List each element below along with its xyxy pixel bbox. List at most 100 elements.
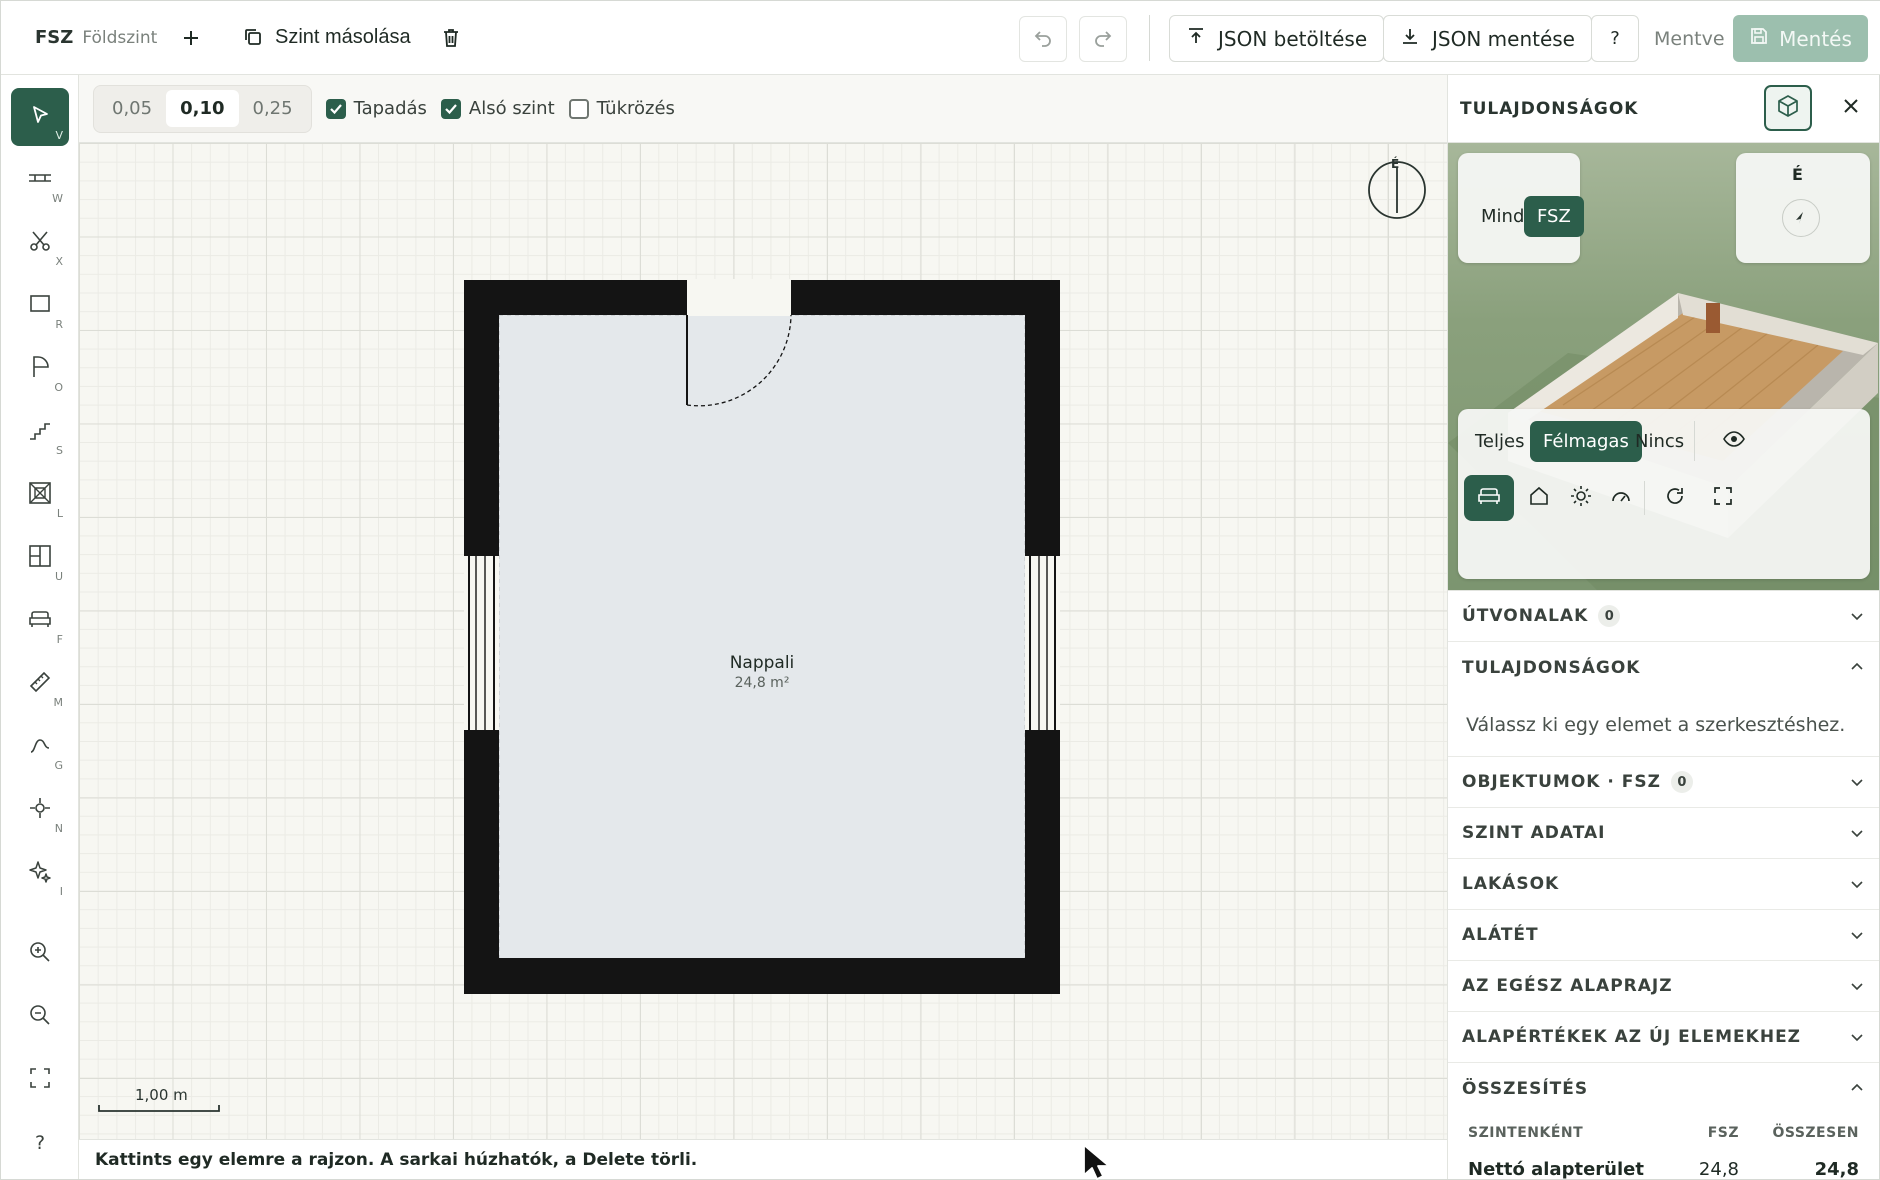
tool-stairs[interactable]: S — [11, 403, 69, 461]
reset-view-button[interactable] — [1650, 475, 1700, 521]
checkbox-checked-icon[interactable] — [440, 98, 461, 119]
section-title: AZ EGÉSZ ALAPRAJZ — [1462, 976, 1673, 996]
grid-step-option-selected[interactable]: 0,10 — [166, 90, 239, 127]
copy-level-button[interactable]: Szint másolása — [241, 25, 411, 49]
section-summary[interactable]: ÖSSZESÍTÉS — [1448, 1063, 1879, 1114]
count-badge: 0 — [1670, 771, 1693, 793]
close-panel-button[interactable] — [1836, 93, 1866, 123]
delete-level-button[interactable] — [439, 26, 463, 50]
checkbox-unchecked-icon[interactable] — [568, 98, 589, 119]
compass-needle-icon[interactable] — [1782, 199, 1820, 237]
tool-wall[interactable]: W — [11, 151, 69, 209]
load-json-label: JSON betöltése — [1218, 26, 1368, 51]
copy-icon — [241, 25, 265, 49]
level-indicator[interactable]: FSZ Földszint — [35, 27, 157, 48]
undo-button[interactable] — [1019, 16, 1067, 62]
tool-select[interactable]: V — [11, 88, 69, 146]
mirror-toggle[interactable]: Tükrözés — [568, 98, 675, 119]
summary-header: SZINTENKÉNT FSZ ÖSSZESEN — [1448, 1114, 1879, 1152]
speed-button[interactable] — [1596, 475, 1646, 521]
chevron-down-icon — [1849, 927, 1865, 947]
add-level-button[interactable] — [179, 26, 203, 50]
refresh-icon — [1664, 485, 1686, 511]
tool-ai[interactable]: I — [11, 844, 69, 902]
tool-furniture[interactable]: F — [11, 592, 69, 650]
section-routes[interactable]: ÚTVONALAK 0 — [1448, 591, 1879, 642]
save-button[interactable]: Mentés — [1733, 15, 1868, 62]
floppy-icon — [1749, 26, 1769, 51]
help-shortcuts-button[interactable]: ? — [11, 1114, 69, 1172]
gauge-icon — [1610, 486, 1632, 510]
grid-step-option[interactable]: 0,05 — [98, 90, 166, 127]
undo-icon — [1032, 26, 1054, 52]
3d-preview[interactable]: Mind FSZ É Teljes Félmagas Nincs — [1448, 143, 1879, 591]
section-objects[interactable]: OBJEKTUMOK · FSZ 0 — [1448, 757, 1879, 808]
tool-window[interactable]: L — [11, 466, 69, 524]
layout-icon — [28, 544, 52, 572]
tool-cut[interactable]: X — [11, 214, 69, 272]
save-json-button[interactable]: JSON mentése — [1383, 15, 1592, 62]
summary-col-total: ÖSSZESEN — [1772, 1125, 1859, 1141]
help-button[interactable]: ? — [1591, 15, 1639, 62]
tool-node[interactable]: N — [11, 781, 69, 839]
section-underlay[interactable]: ALÁTÉT — [1448, 910, 1879, 961]
visibility-toggle[interactable] — [1712, 421, 1756, 461]
fullscreen-button[interactable] — [1698, 475, 1748, 521]
rectangle-icon — [29, 293, 51, 319]
3d-view-toggle[interactable] — [1764, 85, 1812, 131]
door-opening[interactable] — [687, 279, 791, 316]
wall-mode-none[interactable]: Nincs — [1622, 421, 1697, 462]
grid-step-selector[interactable]: 0,05 0,10 0,25 — [93, 84, 312, 133]
room-label[interactable]: Nappali 24,8 m² — [499, 653, 1025, 691]
section-defaults[interactable]: ALAPÉRTÉKEK AZ ÚJ ELEMEKHEZ — [1448, 1012, 1879, 1063]
grid-step-option[interactable]: 0,25 — [239, 90, 307, 127]
section-whole-plan[interactable]: AZ EGÉSZ ALAPRAJZ — [1448, 961, 1879, 1012]
floor-plan — [98, 161, 1426, 1112]
section-title: ÖSSZESÍTÉS — [1462, 1078, 1589, 1099]
status-bar: Kattints egy elemre a rajzon. A sarkai h… — [79, 1139, 1447, 1179]
scale-label: 1,00 m — [135, 1086, 188, 1104]
divider — [1644, 481, 1645, 515]
drawing-canvas[interactable]: 0,05 0,10 0,25 Tapadás Alsó szint Tükröz… — [79, 75, 1447, 1139]
summary-row-fsz: 24,8 — [1698, 1158, 1739, 1180]
tool-room[interactable]: R — [11, 277, 69, 335]
pointer-icon — [29, 104, 51, 130]
redo-button[interactable] — [1079, 16, 1127, 62]
eye-icon — [1723, 431, 1745, 451]
load-json-button[interactable]: JSON betöltése — [1169, 15, 1385, 62]
tool-unit[interactable]: U — [11, 529, 69, 587]
furniture-view-button[interactable] — [1464, 475, 1514, 521]
tool-opening[interactable]: O — [11, 340, 69, 398]
tool-curve[interactable]: G — [11, 718, 69, 776]
section-properties[interactable]: TULAJDONSÁGOK — [1448, 642, 1879, 693]
properties-empty-hint: Válassz ki egy elemet a szerkesztéshez. — [1448, 693, 1879, 757]
plan-grid[interactable]: É Nappali 24,8 m² 1,00 m — [79, 143, 1447, 1139]
room-floor[interactable] — [498, 314, 1026, 960]
zoom-out-button[interactable] — [11, 988, 69, 1046]
section-level-data[interactable]: SZINT ADATAI — [1448, 808, 1879, 859]
level-code: FSZ — [35, 27, 74, 48]
snap-toggle[interactable]: Tapadás — [325, 98, 427, 119]
wall-bottom[interactable] — [464, 958, 1060, 994]
tool-key: V — [55, 129, 63, 142]
mouse-cursor-icon — [1083, 1144, 1110, 1180]
zoom-in-button[interactable] — [11, 925, 69, 983]
checkbox-checked-icon[interactable] — [325, 98, 346, 119]
fit-screen-button[interactable] — [11, 1051, 69, 1109]
zoom-in-icon — [28, 940, 52, 968]
plus-icon — [179, 26, 203, 50]
north-label: É — [1792, 165, 1803, 184]
curve-icon — [28, 734, 52, 760]
close-icon — [1842, 97, 1860, 119]
view-controls-card: Teljes Félmagas Nincs — [1458, 409, 1870, 579]
tool-key: S — [56, 444, 63, 457]
section-apartments[interactable]: LAKÁSOK — [1448, 859, 1879, 910]
view-level-fsz[interactable]: FSZ — [1524, 196, 1584, 237]
wall-mode-full[interactable]: Teljes — [1462, 421, 1537, 462]
tool-measure[interactable]: M — [11, 655, 69, 713]
lower-level-toggle[interactable]: Alsó szint — [440, 98, 555, 119]
count-badge: 0 — [1598, 605, 1621, 627]
room-name: Nappali — [729, 653, 795, 673]
upload-icon — [1186, 26, 1206, 51]
tool-key: N — [54, 822, 63, 835]
